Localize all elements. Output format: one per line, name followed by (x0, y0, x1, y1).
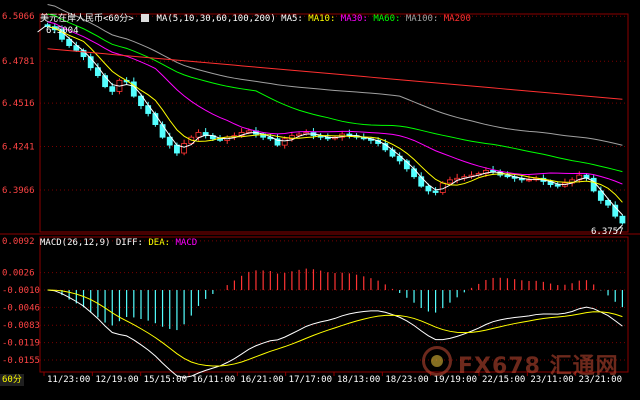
chart-header: 美元在岸人民币<60分> MA(5,10,30,60,100,200) MA5:… (40, 13, 471, 25)
macd-axis-tick: -0.0155 (2, 356, 40, 366)
ma5-line (47, 26, 623, 216)
price-axis-tick: 6.4241 (2, 143, 35, 153)
ma60-label: MA60: (373, 14, 401, 24)
symbol-title: 美元在岸人民币<60分> (40, 14, 134, 24)
price-axis-tick: 6.5066 (2, 12, 35, 22)
macd-axis-tick: 0.0026 (2, 269, 35, 279)
watermark: FX678 汇通网 (422, 346, 622, 382)
time-axis-tick: 16/21:00 (240, 375, 283, 385)
price-panel-frame (39, 13, 629, 233)
candle-body (526, 179, 532, 182)
ma200-label: MA200 (443, 14, 471, 24)
candle-body (554, 184, 561, 187)
price-axis-tick: 6.3966 (2, 186, 35, 196)
time-axis-tick: 12/19:00 (95, 375, 138, 385)
high-price-label: 6.5004 (46, 26, 79, 36)
candle-body (281, 138, 288, 146)
price-axis-tick: 6.4516 (2, 99, 35, 109)
macd-dea-label: DEA: (148, 238, 171, 248)
high-marker-arrow (37, 25, 46, 33)
chart-canvas[interactable]: 6.5066 6.4781 6.4516 6.4241 6.3966 0.0092 0.00… (0, 0, 640, 400)
ma-parameters: MA(5,10,30,60,100,200) (156, 14, 276, 24)
ma5-label: MA5: (281, 14, 303, 24)
macd-header: MACD(26,12,9) DIFF: DEA: MACD (40, 237, 197, 249)
macd-axis-tick: -0.0010 (2, 286, 40, 296)
candle-body (245, 130, 252, 133)
macd-macd-label: MACD (175, 238, 198, 248)
candle-body (619, 215, 626, 224)
ma100-label: MA100: (405, 14, 439, 24)
ma100-line (47, 4, 623, 146)
period-selector[interactable]: 60分 (0, 374, 24, 386)
candle-body (418, 176, 425, 187)
ma10-label: MA10: (308, 14, 336, 24)
candle-body (174, 144, 180, 154)
candle-body (159, 124, 166, 138)
time-axis-tick: 16/11:00 (192, 375, 235, 385)
candle-body (425, 185, 432, 192)
ma30-label: MA30: (340, 14, 368, 24)
candle-body (447, 179, 453, 184)
macd-axis-tick: 0.0092 (2, 237, 35, 247)
macd-parameters: MACD(26,12,9) (40, 238, 111, 248)
macd-axis-tick: -0.0046 (2, 303, 40, 313)
time-axis-tick: 17/17:00 (289, 375, 332, 385)
price-axis-tick: 6.4781 (2, 57, 35, 67)
candle-body (411, 168, 417, 178)
candle-body (195, 132, 202, 138)
macd-axis-tick: -0.0083 (2, 321, 40, 331)
macd-diff-label: DIFF: (115, 238, 143, 248)
time-axis-tick: 15/15:00 (144, 375, 187, 385)
low-price-label: 6.3757 (591, 227, 624, 237)
watermark-text: FX678 汇通网 (458, 354, 619, 379)
macd-axis-tick: -0.0119 (2, 339, 40, 349)
candle-body (181, 143, 188, 154)
candle-body (432, 190, 439, 193)
time-axis-tick: 11/23:00 (47, 375, 90, 385)
watermark-logo-icon (422, 346, 452, 376)
ma-toggle-icon[interactable] (141, 14, 150, 22)
time-axis-tick: 18/13:00 (337, 375, 380, 385)
candle-body (109, 86, 116, 92)
